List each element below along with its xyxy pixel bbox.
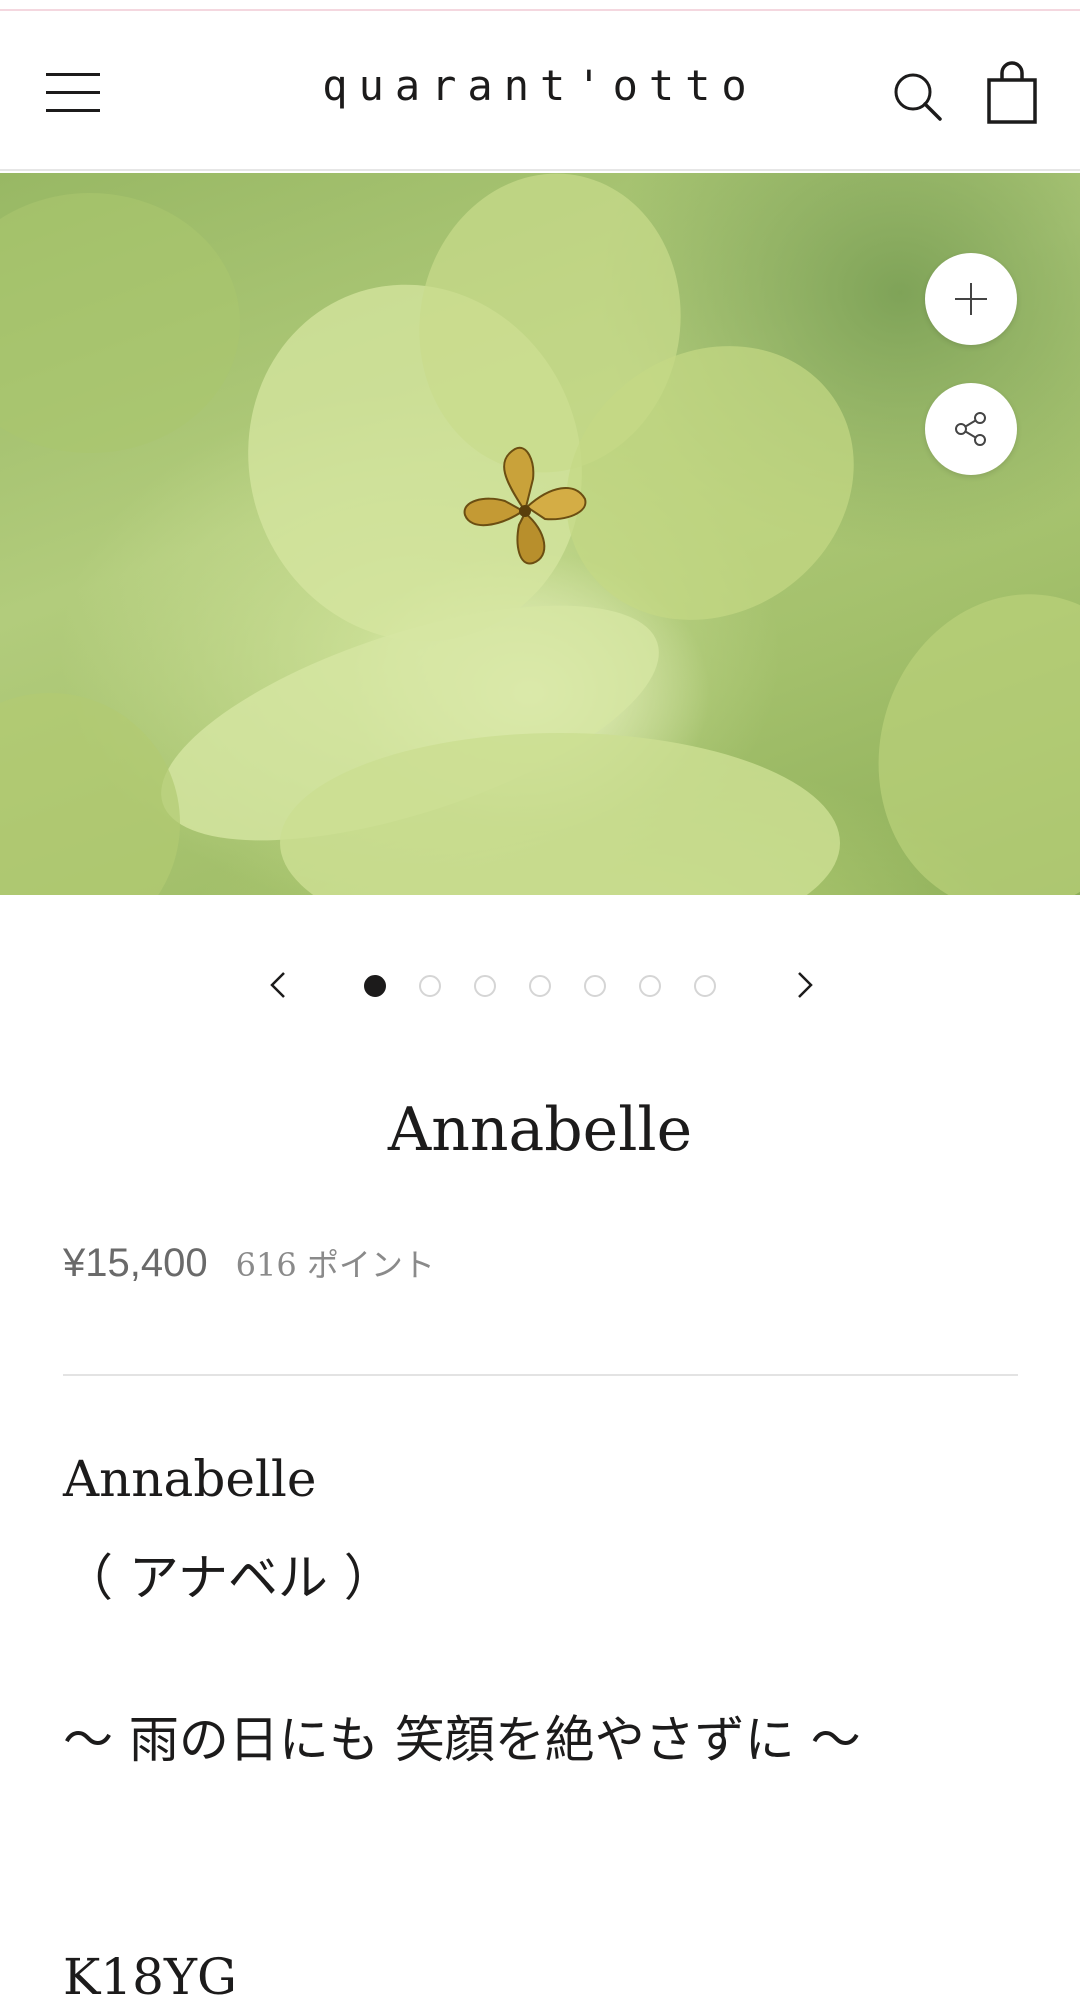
product-price: ¥15,400	[63, 1241, 208, 1285]
slide-dot[interactable]	[694, 975, 716, 997]
chevron-right-icon	[798, 972, 813, 998]
share-icon	[955, 412, 986, 446]
petal-shape	[0, 193, 240, 453]
description-tagline: 〜 雨の日にも 笑顔を絶やさずに 〜	[63, 1711, 861, 1769]
top-accent-bar	[0, 0, 1080, 11]
description-name: Annabelle	[63, 1450, 317, 1508]
search-icon	[894, 73, 942, 121]
slide-dot[interactable]	[419, 975, 441, 997]
product-image[interactable]	[0, 173, 1080, 895]
search-button[interactable]	[892, 71, 944, 123]
site-header: quarant'otto	[0, 11, 1080, 171]
slide-dot[interactable]	[639, 975, 661, 997]
petal-shape	[843, 562, 1080, 895]
divider	[63, 1374, 1018, 1376]
previous-slide-button[interactable]	[258, 965, 298, 1005]
chevron-left-icon	[270, 972, 285, 998]
reward-points: 616 ポイント	[235, 1246, 435, 1284]
slide-dot[interactable]	[474, 975, 496, 997]
description-kana: （ アナベル ）	[63, 1549, 394, 1607]
cart-button[interactable]	[986, 61, 1038, 125]
product-title: Annabelle	[387, 1095, 693, 1165]
zoom-button[interactable]	[925, 253, 1017, 345]
next-slide-button[interactable]	[785, 965, 825, 1005]
price-row: ¥15,400 616 ポイント	[63, 1240, 1013, 1286]
slide-dot[interactable]	[584, 975, 606, 997]
slide-dot[interactable]	[529, 975, 551, 997]
slide-dot[interactable]	[364, 975, 386, 997]
shopping-bag-icon	[987, 61, 1037, 124]
image-carousel-nav	[0, 955, 1080, 1015]
petal-shape	[0, 693, 180, 895]
gold-flower-earring	[463, 446, 587, 565]
share-button[interactable]	[925, 383, 1017, 475]
plus-icon	[955, 283, 987, 315]
description-material: K18YG	[63, 1948, 237, 2006]
